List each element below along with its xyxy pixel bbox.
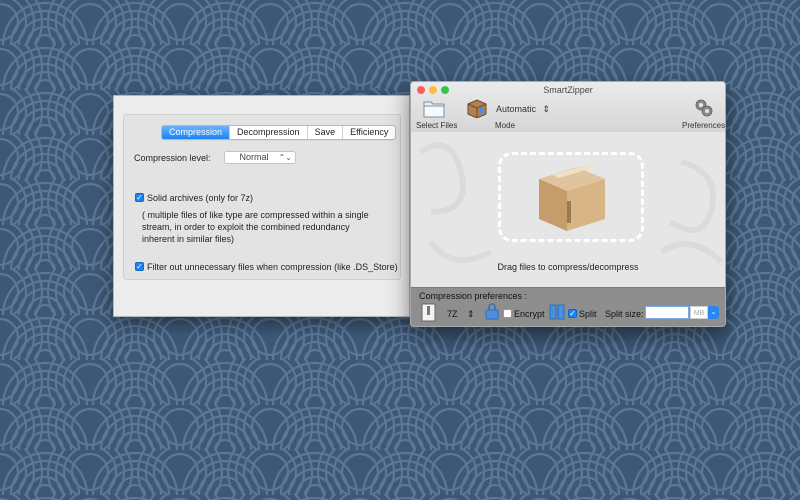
solid-archives-checkbox[interactable]: ✓ bbox=[135, 193, 144, 202]
chevron-down-icon: ⌄ bbox=[710, 309, 717, 316]
lock-icon bbox=[485, 303, 499, 320]
split-checkbox[interactable]: ✓ bbox=[568, 309, 577, 318]
split-unit: MB bbox=[690, 306, 708, 319]
split-label: Split bbox=[579, 309, 597, 319]
filter-files-checkbox[interactable]: ✓ bbox=[135, 262, 144, 271]
format-value: 7Z bbox=[447, 309, 458, 319]
split-size-input[interactable] bbox=[645, 306, 689, 319]
mode-label: Mode bbox=[495, 121, 516, 130]
mode-value: Automatic bbox=[496, 104, 537, 114]
encrypt-label: Encrypt bbox=[514, 309, 545, 319]
zip-file-icon bbox=[421, 303, 436, 322]
compression-preferences-bar: Compression preferences : 7Z ⇕ ✓ Encrypt… bbox=[411, 287, 725, 326]
window-title: SmartZipper bbox=[543, 85, 593, 95]
box-icon bbox=[467, 99, 487, 118]
compression-level-label: Compression level: bbox=[134, 153, 211, 163]
toolbar: SmartZipper Select Files Automatic ⇕ Mod… bbox=[411, 82, 725, 133]
drop-zone[interactable]: Drag files to compress/decompress bbox=[411, 132, 725, 288]
updown-chevron-icon: ⇕ bbox=[467, 309, 475, 319]
gear-icon[interactable] bbox=[694, 98, 714, 118]
split-size-label: Split size: bbox=[605, 309, 644, 319]
updown-chevron-icon: ⌃⌄ bbox=[278, 153, 292, 162]
encrypt-checkbox[interactable]: ✓ bbox=[503, 309, 512, 318]
drop-instructions: Drag files to compress/decompress bbox=[497, 262, 639, 272]
tab-compression[interactable]: Compression bbox=[162, 126, 231, 139]
smartzipper-window: SmartZipper Select Files Automatic ⇕ Mod… bbox=[410, 81, 726, 327]
tab-efficiency[interactable]: Efficiency bbox=[343, 126, 395, 139]
format-select[interactable]: 7Z ⇕ bbox=[447, 309, 475, 320]
preferences-label[interactable]: Preferences bbox=[682, 121, 725, 130]
preferences-panel: Compression Decompression Save Efficienc… bbox=[123, 114, 401, 280]
split-icon bbox=[549, 304, 565, 320]
tab-save[interactable]: Save bbox=[308, 126, 344, 139]
unit-dropdown-button[interactable]: ⌄ bbox=[708, 306, 719, 319]
preferences-tabs: Compression Decompression Save Efficienc… bbox=[161, 125, 397, 140]
solid-archives-label: Solid archives (only for 7z) bbox=[147, 193, 254, 203]
solid-archives-description: ( multiple files of like type are compre… bbox=[142, 210, 369, 244]
drop-target[interactable] bbox=[498, 152, 644, 242]
updown-chevron-icon: ⇕ bbox=[542, 104, 551, 114]
mode-select[interactable]: Automatic ⇕ bbox=[496, 104, 550, 115]
tab-decompression[interactable]: Decompression bbox=[230, 126, 308, 139]
filter-files-label: Filter out unnecessary files when compre… bbox=[147, 262, 398, 272]
compression-level-select[interactable]: Normal ⌃⌄ bbox=[224, 151, 296, 164]
folder-icon[interactable] bbox=[423, 97, 445, 119]
select-files-label[interactable]: Select Files bbox=[416, 121, 457, 130]
preferences-window: Compression Decompression Save Efficienc… bbox=[113, 95, 410, 317]
cardboard-box-icon bbox=[539, 164, 605, 231]
compression-preferences-title: Compression preferences : bbox=[419, 291, 528, 301]
compression-level-value: Normal bbox=[239, 152, 269, 162]
